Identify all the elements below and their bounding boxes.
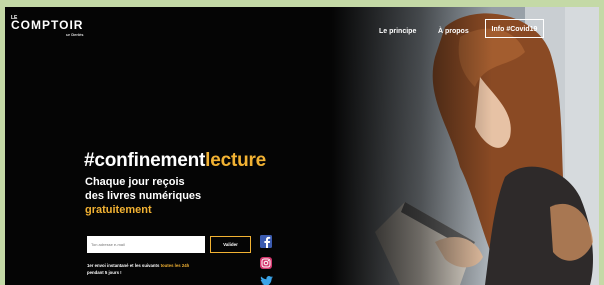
hero-section: LE COMPTOIR ur Deriès Le principe À prop… — [5, 7, 599, 285]
covid-info-button[interactable]: Info #Covid19 — [485, 19, 544, 38]
nav-link-apropos[interactable]: À propos — [438, 28, 469, 35]
headline-part2: lecture — [205, 150, 267, 171]
headline-part1: #confinement — [84, 150, 206, 171]
subtitle-line2: des livres numériques — [85, 190, 202, 202]
page-title: #confinementlecture — [84, 150, 266, 172]
subtitle-line3: gratuitement — [85, 204, 152, 216]
nav-link-principe[interactable]: Le principe — [379, 28, 416, 35]
logo[interactable]: LE COMPTOIR ur Deriès — [11, 15, 84, 37]
delivery-note: 1er envoi instantané et les suivants tou… — [87, 262, 267, 276]
email-field[interactable] — [87, 236, 205, 253]
subtitle-line1: Chaque jour reçois — [85, 176, 185, 188]
twitter-icon[interactable] — [260, 276, 273, 285]
hero-subtitle: Chaque jour reçois des livres numériques… — [85, 175, 201, 217]
logo-prefix: LE — [11, 15, 18, 21]
note-text: 1er envoi instantané et les suivants — [87, 263, 161, 268]
logo-subtitle: ur Deriès — [66, 32, 84, 37]
instagram-icon[interactable] — [260, 257, 272, 269]
facebook-icon[interactable] — [260, 235, 272, 248]
logo-text: COMPTOIR — [11, 18, 84, 32]
note-text-end: pendant 5 jours ! — [87, 270, 122, 275]
note-highlight: toutes les 24h — [160, 263, 190, 268]
submit-button[interactable]: Valider — [210, 236, 251, 253]
